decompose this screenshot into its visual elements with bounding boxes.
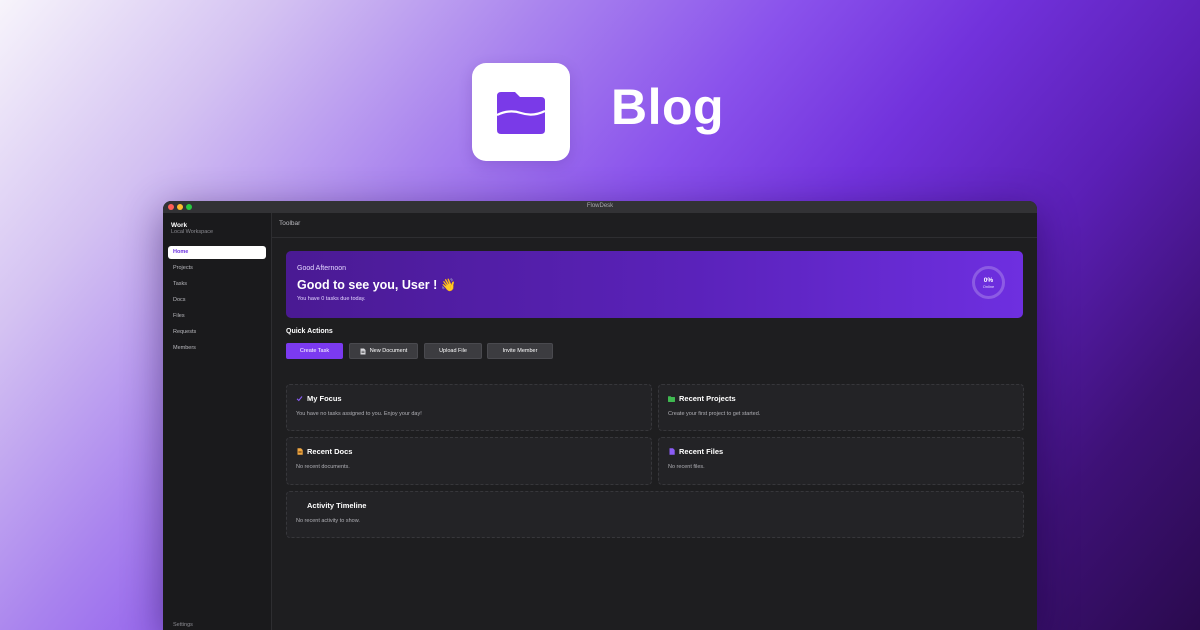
recent-projects-card: Recent Projects Create your first projec… bbox=[658, 384, 1024, 431]
invite-member-label: Invite Member bbox=[502, 348, 538, 354]
activity-timeline-text: No recent activity to show. bbox=[296, 518, 360, 524]
folder-icon bbox=[668, 395, 675, 402]
online-progress-ring: 0% Online bbox=[972, 266, 1005, 299]
recent-docs-title: Recent Docs bbox=[307, 447, 353, 456]
recent-docs-header: Recent Docs bbox=[296, 447, 352, 456]
recent-projects-title: Recent Projects bbox=[679, 394, 736, 403]
recent-files-text: No recent files. bbox=[668, 464, 705, 470]
tasks-due-text: You have 0 tasks due today. bbox=[297, 296, 366, 302]
my-focus-header: My Focus bbox=[296, 394, 342, 403]
welcome-headline: Good to see you, User ! 👋 bbox=[297, 278, 457, 292]
toolbar: Toolbar bbox=[272, 213, 1037, 238]
workspace-subtitle: Local Workspace bbox=[171, 229, 214, 235]
sidebar-nav: Home Projects Tasks Docs Files Requests … bbox=[168, 246, 266, 358]
activity-timeline-card: Activity Timeline No recent activity to … bbox=[286, 491, 1024, 538]
title-bar: FlowDesk bbox=[163, 201, 1037, 213]
recent-projects-text: Create your first project to get started… bbox=[668, 411, 761, 417]
upload-file-label: Upload File bbox=[439, 348, 467, 354]
checkmark-icon bbox=[296, 395, 303, 402]
app-logo bbox=[472, 63, 570, 161]
sidebar-item-settings[interactable]: Settings bbox=[173, 622, 193, 628]
create-task-button[interactable]: Create Task bbox=[286, 343, 343, 359]
folder-icon bbox=[496, 92, 546, 134]
recent-docs-text: No recent documents. bbox=[296, 464, 350, 470]
my-focus-card: My Focus You have no tasks assigned to y… bbox=[286, 384, 652, 431]
file-icon bbox=[668, 448, 675, 455]
sidebar: Work Local Workspace Home Projects Tasks… bbox=[163, 213, 272, 630]
welcome-banner: Good Afternoon Good to see you, User ! 👋… bbox=[286, 251, 1023, 318]
recent-docs-card: Recent Docs No recent documents. bbox=[286, 437, 652, 485]
sidebar-item-files[interactable]: Files bbox=[168, 310, 266, 323]
online-label: Online bbox=[982, 283, 995, 289]
invite-member-button[interactable]: Invite Member bbox=[487, 343, 553, 359]
activity-timeline-header: Activity Timeline bbox=[296, 501, 366, 510]
document-icon bbox=[296, 448, 303, 455]
upload-file-button[interactable]: Upload File bbox=[424, 343, 482, 359]
app-window: FlowDesk Work Local Workspace Home Proje… bbox=[163, 201, 1037, 630]
document-icon bbox=[360, 348, 366, 354]
quick-actions-title: Quick Actions bbox=[286, 328, 333, 335]
my-focus-title: My Focus bbox=[307, 394, 342, 403]
sidebar-item-tasks[interactable]: Tasks bbox=[168, 278, 266, 291]
greeting-text: Good Afternoon bbox=[297, 265, 347, 272]
sidebar-item-projects[interactable]: Projects bbox=[168, 262, 266, 275]
workspace-name[interactable]: Work bbox=[171, 222, 187, 229]
main-content: Toolbar Good Afternoon Good to see you, … bbox=[272, 213, 1037, 630]
create-task-label: Create Task bbox=[299, 348, 330, 354]
sidebar-item-home[interactable]: Home bbox=[168, 246, 266, 259]
recent-projects-header: Recent Projects bbox=[668, 394, 736, 403]
new-document-label: New Document bbox=[369, 348, 408, 354]
sidebar-item-members[interactable]: Members bbox=[168, 342, 266, 355]
my-focus-text: You have no tasks assigned to you. Enjoy… bbox=[296, 411, 422, 417]
online-percentage: 0% bbox=[983, 276, 994, 284]
sidebar-item-docs[interactable]: Docs bbox=[168, 294, 266, 307]
toolbar-label: Toolbar bbox=[279, 220, 301, 227]
recent-files-card: Recent Files No recent files. bbox=[658, 437, 1024, 485]
sidebar-item-requests[interactable]: Requests bbox=[168, 326, 266, 339]
activity-timeline-title: Activity Timeline bbox=[307, 501, 367, 510]
recent-files-title: Recent Files bbox=[679, 447, 724, 456]
activity-icon bbox=[296, 502, 303, 509]
hero-title: Blog bbox=[611, 79, 725, 135]
recent-files-header: Recent Files bbox=[668, 447, 723, 456]
new-document-button[interactable]: New Document bbox=[349, 343, 418, 359]
window-title: FlowDesk bbox=[586, 203, 614, 209]
